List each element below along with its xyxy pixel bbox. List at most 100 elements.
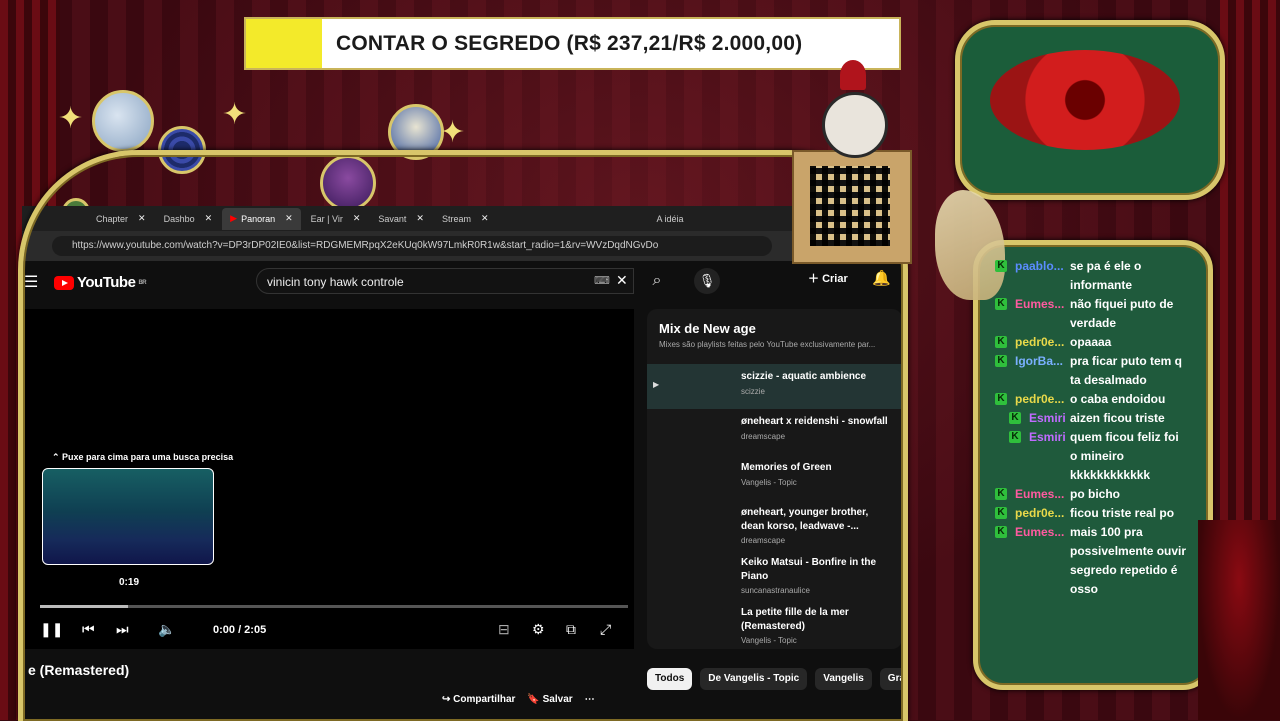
playlist-item[interactable]: La petite fille de la mer (Remastered) V… [647,600,902,648]
volume-icon[interactable]: 🔈 [158,621,175,638]
microphone-icon[interactable]: 🎙 [694,268,720,294]
chat-username[interactable]: Eumes... [1015,485,1064,504]
now-playing-icon: ▶ [653,380,660,389]
chat-username[interactable]: pedr0e... [1015,390,1064,409]
close-icon[interactable]: ✕ [138,213,146,224]
settings-icon[interactable]: ⚙ [532,621,545,638]
playlist-item-channel: Vangelis - Topic [741,478,797,487]
browser-tab[interactable]: A idéia [649,208,692,230]
browser-tab[interactable]: Ear | Vir ✕ [303,208,369,230]
close-icon[interactable]: ✕ [353,213,361,224]
browser-tab[interactable]: Chapter ✕ [88,208,154,230]
kick-badge-icon: K [1009,431,1021,443]
chat-message-line: osso [1070,582,1099,596]
notifications-bell-icon[interactable]: 🔔 [872,269,891,287]
chat-message-line: não fiquei puto de [1070,297,1174,311]
time-display: 0:00 / 2:05 [213,624,267,636]
chip-all[interactable]: Todos [647,668,693,690]
playlist-item[interactable]: Memories of Green Vangelis - Topic [647,455,902,500]
browser-tab[interactable]: Savant ✕ [370,208,432,230]
playlist-item-channel: dreamscape [741,536,786,545]
next-icon[interactable]: ⏭ [116,621,129,638]
avatar [92,90,154,152]
keyboard-icon[interactable]: ⌨ [594,274,610,287]
playlist-title: Mix de New age [659,321,756,336]
seek-hint-text: Puxe para cima para uma busca precisa [62,452,234,462]
close-icon[interactable]: ✕ [205,213,213,224]
seek-preview-thumbnail [42,468,214,565]
close-icon[interactable]: ✕ [481,213,489,224]
video-player[interactable]: ⌃ Puxe para cima para uma busca precisa … [22,309,634,649]
search-input[interactable]: vinicin tony hawk controle [256,268,634,294]
goal-text: CONTAR O SEGREDO (R$ 237,21/R$ 2.000,00) [336,31,803,55]
playlist-item-title: La petite fille de la mer (Remastered) [741,607,849,632]
avatar [320,155,376,211]
chat-message-text: ficou triste real po [1070,504,1190,523]
chip-vangelis[interactable]: Vangelis [815,668,872,690]
chat-username[interactable]: IgorBa... [1015,352,1063,371]
share-label: Compartilhar [453,694,516,705]
playlist-item-channel: Vangelis - Topic [741,636,797,645]
fullscreen-icon[interactable]: ⤢ [600,621,611,638]
tab-label: Chapter [96,213,129,224]
qr-code-banner [792,150,912,264]
chat-username[interactable]: Eumes... [1015,295,1064,314]
playlist-item[interactable]: øneheart x reidenshi - snowfall dreamsca… [647,409,902,454]
subtitles-icon[interactable]: ⊟ [498,621,510,638]
menu-icon[interactable]: ☰ [24,272,38,292]
chat-message-text: po bicho [1070,485,1190,504]
clear-search-icon[interactable]: ✕ [616,272,628,289]
url-field[interactable]: https://www.youtube.com/watch?v=DP3rDP02… [52,236,772,256]
chat-username[interactable]: pedr0e... [1015,333,1064,352]
playlist-item-title: øneheart x reidenshi - snowfall [741,416,888,427]
close-icon[interactable]: ✕ [416,213,424,224]
chat-username[interactable]: Esmiri [1029,409,1066,428]
playlist-item[interactable]: øneheart, younger brother, dean korso, l… [647,500,902,550]
miniplayer-icon[interactable]: ⧉ [566,621,576,638]
browser-tab[interactable]: Dashbo ✕ [156,208,221,230]
save-label: Salvar [542,694,573,705]
previous-icon[interactable]: ⏮ [82,621,95,638]
browser-tab-active[interactable]: ▶ Panoran ✕ [222,207,301,230]
youtube-header: ☰ YouTube BR vinicin tony hawk controle … [22,261,902,301]
tab-label: Ear | Vir [310,213,343,224]
pause-icon[interactable]: ❚❚ [40,621,63,638]
chip-de-vangelis-topic[interactable]: De Vangelis - Topic [700,668,808,690]
share-button[interactable]: ↪ Compartilhar [442,694,515,705]
avatar [158,126,206,174]
more-icon[interactable]: ⋯ [585,694,595,705]
chat-message-line: possivelmente ouvir [1070,544,1187,558]
chat-username[interactable]: Esmiri [1029,428,1066,447]
chat-message-line: ta desalmado [1070,373,1147,387]
chat-message-text: se pa é ele o informante [1070,257,1190,295]
playlist-item-title: scizzie - aquatic ambience [741,371,867,382]
qr-code [810,166,890,246]
chat-username[interactable]: paablo... [1015,257,1064,276]
chat-username[interactable]: pedr0e... [1015,504,1064,523]
youtube-wordmark: YouTube [77,274,136,291]
chip-grav[interactable]: Grav [879,668,902,690]
chat-message-text: aizen ficou triste [1070,409,1190,428]
progress-played [40,605,128,608]
close-icon[interactable]: ✕ [285,213,293,224]
playlist-item[interactable]: ▶ scizzie - aquatic ambience scizzie [647,364,902,409]
search-icon[interactable]: ⌕ [640,268,674,294]
create-button[interactable]: ＋ Criar [808,270,848,286]
browser-window: Chapter ✕ Dashbo ✕ ▶ Panoran ✕ Ear | Vir ✕ Sa… [22,206,902,720]
chat-message-text: não fiquei puto de verdade [1070,295,1190,333]
browser-tab[interactable]: Stream ✕ [434,208,497,230]
playlist-item[interactable]: Keiko Matsui - Bonfire in the Piano sunc… [647,550,902,600]
tab-label: Panoran [241,213,276,224]
address-bar: https://www.youtube.com/watch?v=DP3rDP02… [22,231,902,261]
chat-messages: Kpaablo... se pa é ele o informante K Eumes.… [995,257,1215,677]
save-button[interactable]: 🔖 Salvar [527,694,572,705]
youtube-logo[interactable]: YouTube BR [54,274,147,291]
kick-badge-icon: K [995,507,1007,519]
chat-message-line: se pa é ele o [1070,259,1142,273]
filter-chips: Todos De Vangelis - Topic Vangelis Grav [647,668,902,690]
kick-badge-icon: K [995,355,1007,367]
progress-bar[interactable] [40,605,628,608]
chat-username[interactable]: Eumes... [1015,523,1064,542]
playlist-item-channel: dreamscape [741,432,786,441]
create-label: Criar [822,273,848,285]
